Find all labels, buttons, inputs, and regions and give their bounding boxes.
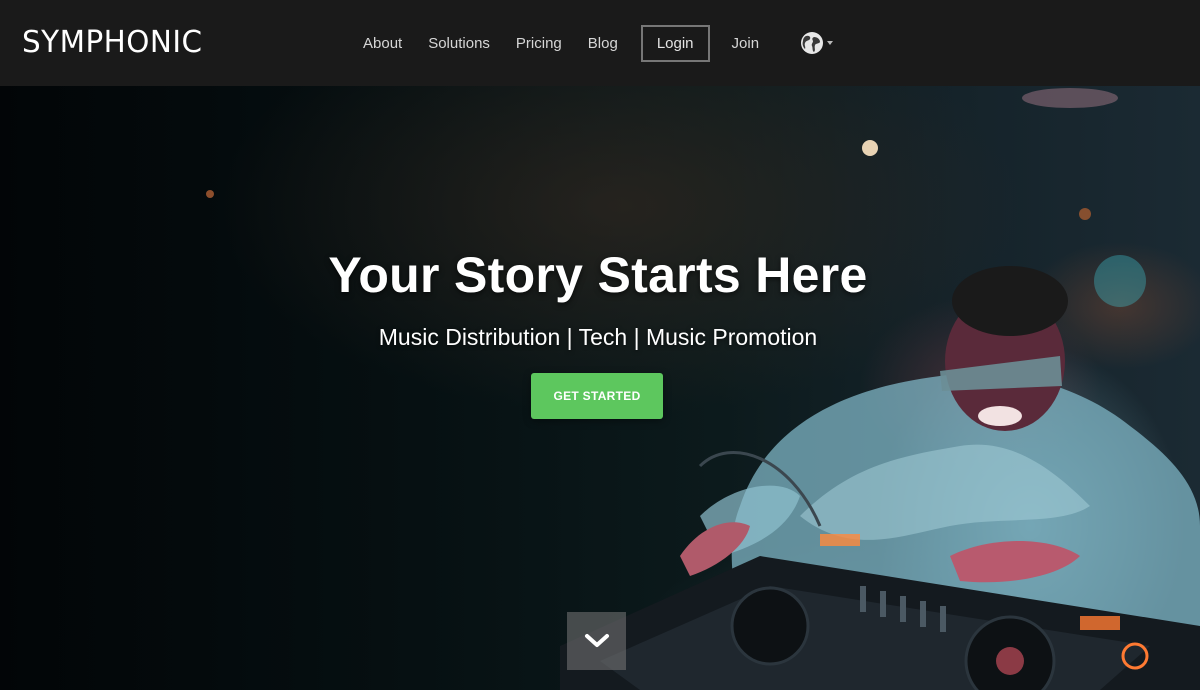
chevron-down-icon <box>827 41 834 45</box>
hero-headline: Your Story Starts Here <box>328 247 868 303</box>
globe-icon <box>801 32 824 54</box>
nav-item-pricing[interactable]: Pricing <box>516 35 562 52</box>
hero-section: Your Story Starts Here Music Distributio… <box>0 86 1200 690</box>
language-selector[interactable] <box>800 31 834 55</box>
join-link[interactable]: Join <box>732 35 760 52</box>
scroll-down-button[interactable] <box>567 612 626 670</box>
hero-subheadline: Music Distribution | Tech | Music Promot… <box>378 324 818 350</box>
nav-item-solutions[interactable]: Solutions <box>428 35 490 52</box>
get-started-button[interactable]: GET STARTED <box>531 373 663 419</box>
symphonic-logo[interactable]: SYMPHONIC <box>22 25 203 60</box>
nav-item-about[interactable]: About <box>363 35 402 52</box>
main-nav: About Solutions Pricing Blog Login Join <box>350 24 834 62</box>
login-button[interactable]: Login <box>640 24 710 62</box>
top-navigation-bar: SYMPHONIC About Solutions Pricing Blog L… <box>0 0 1200 86</box>
chevron-down-icon <box>584 634 609 647</box>
nav-item-blog[interactable]: Blog <box>588 35 618 52</box>
